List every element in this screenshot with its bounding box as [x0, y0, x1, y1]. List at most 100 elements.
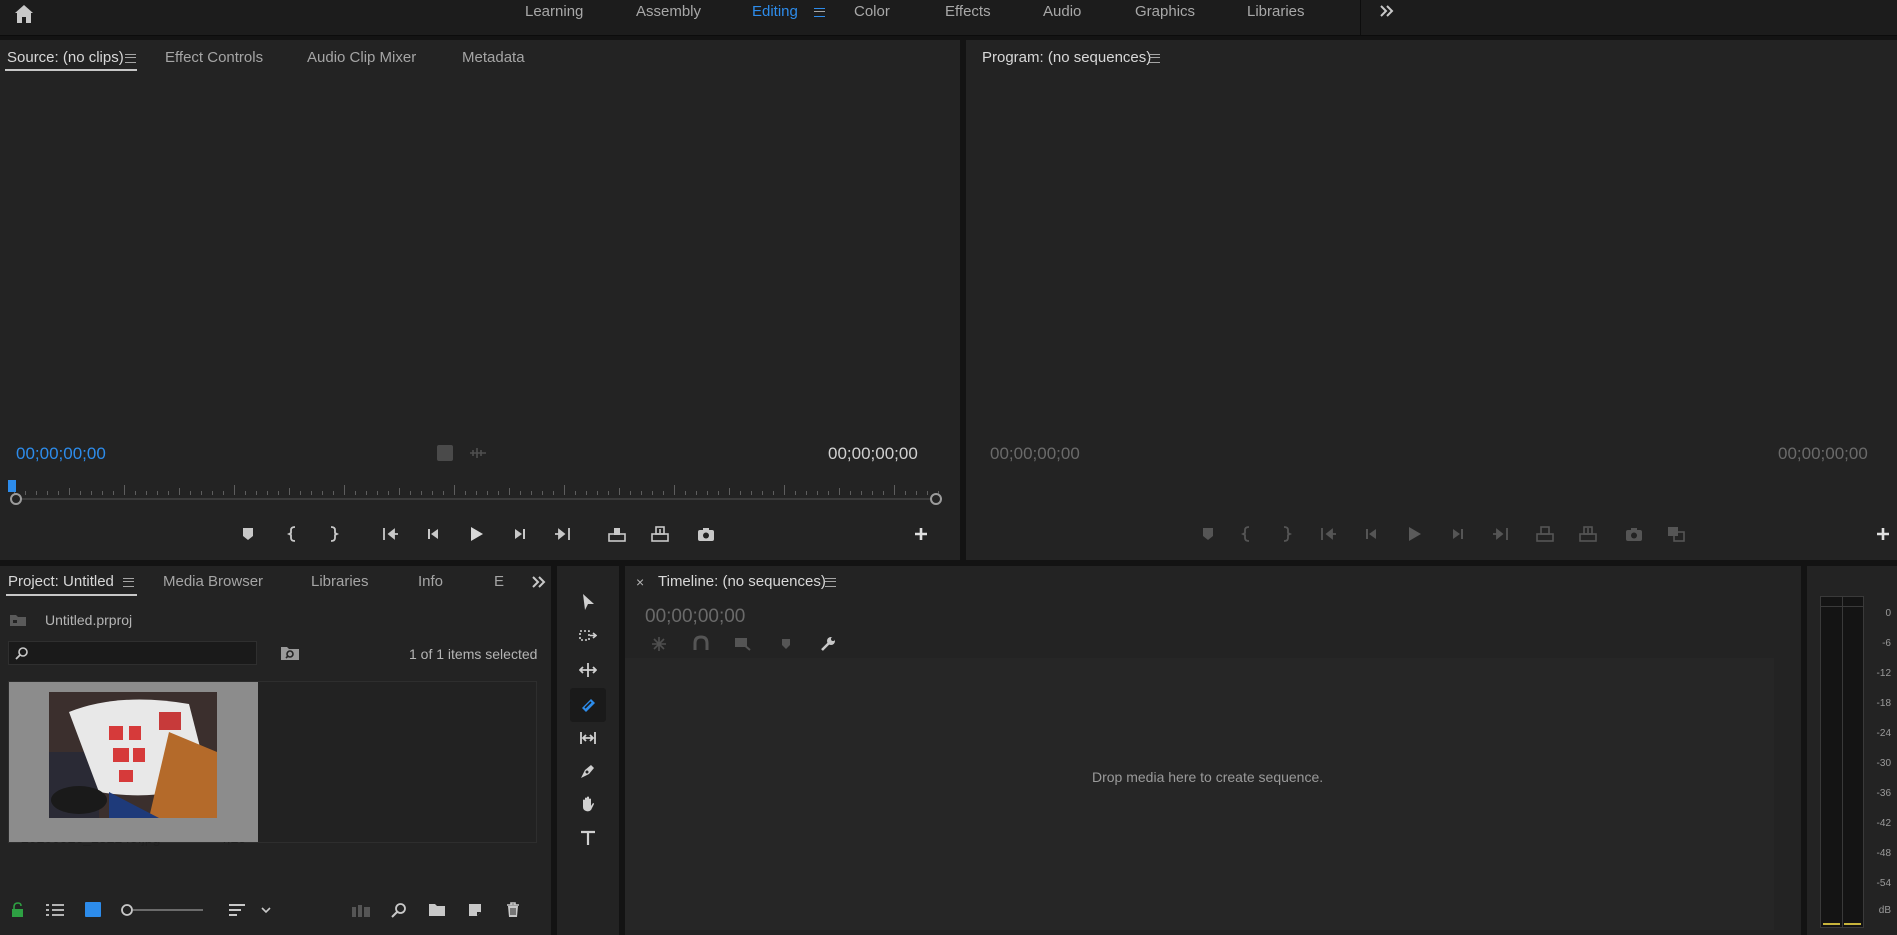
workspace-tab-color[interactable]: Color — [854, 3, 890, 20]
tab-info[interactable]: Info — [418, 573, 443, 590]
workspace-tab-editing[interactable]: Editing — [752, 3, 798, 20]
hand-tool-icon[interactable] — [576, 792, 600, 816]
source-playhead-timecode[interactable]: 00;00;00;00 — [16, 444, 106, 464]
add-marker-icon[interactable] — [774, 632, 798, 656]
ripple-edit-tool-icon[interactable] — [576, 658, 600, 682]
sort-icon[interactable] — [228, 903, 248, 917]
project-menu-icon[interactable] — [123, 578, 134, 587]
new-bin-icon[interactable] — [428, 903, 446, 917]
new-item-icon[interactable] — [467, 902, 483, 918]
project-search-field[interactable] — [33, 642, 253, 664]
ruler-tick — [47, 491, 48, 495]
close-timeline-icon[interactable]: × — [636, 574, 644, 590]
extract-icon[interactable] — [1576, 522, 1600, 546]
pen-tool-icon[interactable] — [576, 759, 600, 783]
zoom-handle-left[interactable] — [10, 493, 22, 505]
more-workspaces-icon[interactable] — [1378, 3, 1396, 19]
selection-tool-icon[interactable] — [576, 590, 600, 614]
export-frame-icon[interactable] — [1622, 522, 1646, 546]
automate-to-sequence-icon[interactable] — [351, 904, 371, 918]
clear-trash-icon[interactable] — [505, 902, 521, 918]
mark-out-icon[interactable] — [1274, 522, 1298, 546]
home-icon[interactable] — [12, 2, 36, 26]
mark-out-icon[interactable] — [321, 522, 345, 546]
go-to-in-icon[interactable] — [378, 522, 402, 546]
tab-audio-clip-mixer[interactable]: Audio Clip Mixer — [307, 49, 416, 66]
step-forward-icon[interactable] — [508, 522, 532, 546]
tab-source[interactable]: Source: (no clips) — [7, 49, 124, 66]
add-marker-icon[interactable] — [236, 522, 260, 546]
workspace-tab-effects[interactable]: Effects — [945, 3, 991, 20]
program-panel: Program: (no sequences) 00;00;00;00 00;0… — [966, 40, 1897, 560]
chevron-down-icon[interactable] — [260, 905, 272, 915]
editing-menu-icon[interactable] — [814, 8, 825, 17]
workspace-tab-assembly[interactable]: Assembly — [636, 3, 701, 20]
workspace-tab-audio[interactable]: Audio — [1043, 3, 1081, 20]
more-panels-icon[interactable] — [531, 575, 547, 589]
step-back-icon[interactable] — [421, 522, 445, 546]
source-zoom-bar[interactable] — [16, 498, 936, 500]
track-select-tool-icon[interactable] — [576, 624, 600, 648]
source-menu-icon[interactable] — [125, 54, 136, 63]
clip-item[interactable]: 20200926_232145.jpg 4;29 — [9, 682, 258, 846]
tab-media-browser[interactable]: Media Browser — [163, 573, 263, 590]
search-icon — [15, 647, 28, 660]
mark-in-icon[interactable] — [281, 522, 305, 546]
tab-truncated[interactable]: E — [494, 573, 504, 590]
project-search-input[interactable] — [8, 641, 257, 665]
slip-tool-icon[interactable] — [576, 726, 600, 750]
find-icon[interactable] — [391, 902, 407, 918]
tab-metadata[interactable]: Metadata — [462, 49, 525, 66]
ruler-tick — [454, 485, 455, 495]
ruler-tick — [872, 491, 873, 495]
meter-level-right — [1844, 923, 1861, 925]
new-search-bin-icon[interactable] — [280, 644, 300, 662]
workspace-tab-libraries[interactable]: Libraries — [1247, 3, 1305, 20]
overwrite-icon[interactable] — [648, 522, 672, 546]
program-playhead-timecode[interactable]: 00;00;00;00 — [990, 444, 1080, 464]
list-view-icon[interactable] — [45, 903, 65, 917]
step-back-icon[interactable] — [1359, 522, 1383, 546]
ruler-tick — [685, 491, 686, 495]
comparison-view-icon[interactable] — [1664, 522, 1688, 546]
workspace-tab-graphics[interactable]: Graphics — [1135, 3, 1195, 20]
tab-project[interactable]: Project: Untitled — [8, 573, 114, 590]
add-marker-icon[interactable] — [1196, 522, 1220, 546]
thumbnail-size-slider[interactable] — [121, 903, 205, 917]
snap-icon[interactable] — [689, 632, 713, 656]
timeline-timecode[interactable]: 00;00;00;00 — [645, 606, 745, 628]
insert-icon[interactable] — [605, 522, 629, 546]
ruler-tick — [311, 491, 312, 495]
step-forward-icon[interactable] — [1446, 522, 1470, 546]
source-playhead[interactable] — [8, 480, 16, 492]
tab-effect-controls[interactable]: Effect Controls — [165, 49, 263, 66]
play-icon[interactable] — [1402, 522, 1426, 546]
linked-selection-icon[interactable] — [731, 632, 755, 656]
timeline-title[interactable]: Timeline: (no sequences) — [658, 573, 826, 590]
go-to-in-icon[interactable] — [1316, 522, 1340, 546]
lift-icon[interactable] — [1533, 522, 1557, 546]
play-icon[interactable] — [464, 522, 488, 546]
button-editor-icon[interactable] — [909, 522, 933, 546]
icon-view-icon[interactable] — [85, 902, 101, 917]
program-menu-icon[interactable] — [1149, 54, 1160, 63]
export-frame-icon[interactable] — [694, 522, 718, 546]
go-to-out-icon[interactable] — [551, 522, 575, 546]
drag-audio-icon[interactable] — [468, 445, 488, 461]
source-time-ruler[interactable] — [14, 483, 939, 495]
lock-icon[interactable] — [10, 902, 26, 918]
type-tool-icon[interactable] — [576, 826, 600, 850]
drag-video-icon[interactable] — [437, 445, 453, 461]
button-editor-icon[interactable] — [1871, 522, 1895, 546]
tab-libraries[interactable]: Libraries — [311, 573, 369, 590]
timeline-drop-area[interactable] — [625, 658, 1774, 930]
zoom-handle-right[interactable] — [930, 493, 942, 505]
workspace-tab-learning[interactable]: Learning — [525, 3, 583, 20]
program-panel-title[interactable]: Program: (no sequences) — [982, 49, 1151, 66]
timeline-menu-icon[interactable] — [825, 578, 836, 587]
timeline-settings-icon[interactable] — [816, 632, 840, 656]
nest-toggle-icon[interactable] — [647, 632, 671, 656]
go-to-out-icon[interactable] — [1489, 522, 1513, 546]
mark-in-icon[interactable] — [1235, 522, 1259, 546]
razor-tool-icon[interactable] — [576, 693, 600, 717]
